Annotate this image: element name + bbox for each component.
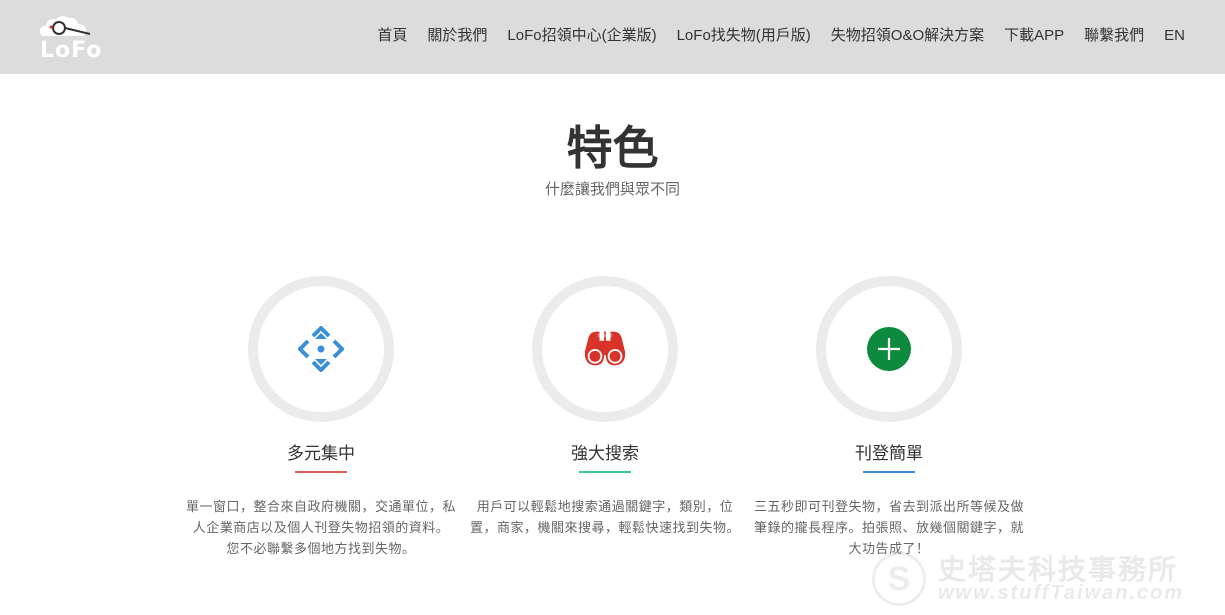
feature-description: 用戶可以輕鬆地搜索通過關鍵字，類別，位置，商家，機關來搜尋，輕鬆快速找到失物。 [470, 499, 741, 535]
nav-user[interactable]: LoFo找失物(用戶版) [677, 24, 811, 48]
feature-icon-ring [816, 276, 962, 422]
nav-download-app[interactable]: 下載APP [1004, 24, 1064, 48]
arrows-move-icon [298, 326, 344, 372]
feature-icon-ring [248, 276, 394, 422]
feature-underline [863, 471, 915, 473]
feature-title: 多元集中 [287, 444, 355, 463]
top-navigation-bar: LoFo 首頁 關於我們 LoFo招領中心(企業版) LoFo找失物(用戶版) … [0, 0, 1225, 74]
feature-description: 單一窗口，整合來自政府機關，交通單位，私人企業商店以及個人刊登失物招領的資料。 … [186, 499, 457, 556]
main-nav: 首頁 關於我們 LoFo招領中心(企業版) LoFo找失物(用戶版) 失物招領O… [357, 24, 1185, 48]
section-title: 特色 [566, 121, 659, 175]
nav-home[interactable]: 首頁 [377, 24, 407, 48]
feature-underline [579, 471, 631, 473]
binoculars-icon [584, 331, 626, 366]
nav-language-en[interactable]: EN [1164, 24, 1185, 48]
feature-title: 強大搜索 [571, 444, 639, 463]
feature-icon-ring [532, 276, 678, 422]
watermark-url: www.stuffTaiwan.com [938, 582, 1185, 604]
watermark-logo-icon: S [872, 552, 926, 606]
nav-solution[interactable]: 失物招領O&O解決方案 [831, 24, 984, 48]
logo-text: LoFo [40, 38, 103, 63]
section-subtitle: 什麼讓我們與眾不同 [544, 181, 680, 198]
nav-enterprise[interactable]: LoFo招領中心(企業版) [507, 24, 656, 48]
feature-underline [295, 471, 347, 473]
nav-about[interactable]: 關於我們 [427, 24, 487, 48]
feature-title: 刊登簡單 [855, 444, 923, 463]
nav-contact[interactable]: 聯繫我們 [1084, 24, 1144, 48]
watermark: S 史塔夫科技事務所 www.stuffTaiwan.com [872, 548, 1222, 608]
lofo-logo[interactable]: LoFo [38, 12, 101, 64]
plus-circle-icon [867, 327, 911, 371]
